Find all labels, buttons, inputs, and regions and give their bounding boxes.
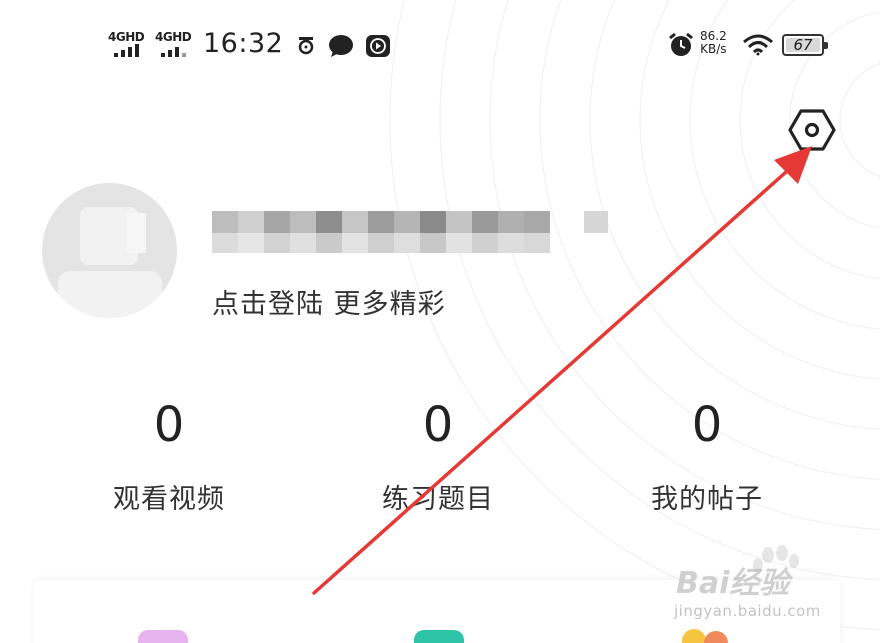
- battery-icon: 67: [782, 34, 828, 56]
- stat-practice-questions[interactable]: 0 练习题目: [338, 395, 538, 516]
- login-prompt[interactable]: 点击登陆 更多精彩: [212, 282, 446, 321]
- settings-gear-icon[interactable]: [788, 108, 836, 152]
- feature-icon-2[interactable]: [414, 630, 464, 643]
- video-app-icon: [366, 35, 390, 57]
- stat-watched-videos[interactable]: 0 观看视频: [69, 395, 269, 516]
- signal-bars-icon: [114, 44, 144, 57]
- avatar[interactable]: [42, 183, 177, 318]
- feature-icon-3[interactable]: [676, 625, 736, 643]
- watermark-brand: Bai经验: [676, 566, 790, 601]
- status-bar: 4GHD 4GHD 16:32 86.2 KB/s 67: [0, 0, 880, 90]
- stat-label: 我的帖子: [651, 484, 763, 515]
- stat-label: 观看视频: [113, 484, 225, 515]
- profile-page: 4GHD 4GHD 16:32 86.2 KB/s 67 点击登陆 更多精彩 0…: [0, 0, 880, 643]
- alarm-clock-icon: [669, 32, 693, 56]
- stat-my-posts[interactable]: 0 我的帖子: [607, 395, 807, 516]
- signal-label: 4GHD: [155, 30, 192, 44]
- stat-value: 0: [153, 397, 185, 453]
- clock-time: 16:32: [203, 28, 284, 59]
- stat-value: 0: [422, 397, 454, 453]
- battery-level: 67: [793, 36, 813, 54]
- wifi-icon: [743, 34, 773, 56]
- signal-label: 4GHD: [108, 30, 145, 44]
- chat-bubble-icon: [329, 35, 353, 57]
- signal-indicator-2: 4GHD: [155, 30, 192, 57]
- stat-label: 练习题目: [382, 484, 494, 515]
- network-speed-unit: KB/s: [700, 42, 727, 56]
- signal-bars-icon: [161, 44, 191, 57]
- app-notification-icon: [298, 37, 314, 55]
- network-speed: 86.2 KB/s: [700, 30, 727, 56]
- username-pixelated: [212, 211, 608, 253]
- feature-icon-1[interactable]: [138, 630, 188, 643]
- watermark-url: jingyan.baidu.com: [674, 602, 821, 620]
- stat-value: 0: [691, 397, 723, 453]
- signal-indicator-1: 4GHD: [108, 30, 145, 57]
